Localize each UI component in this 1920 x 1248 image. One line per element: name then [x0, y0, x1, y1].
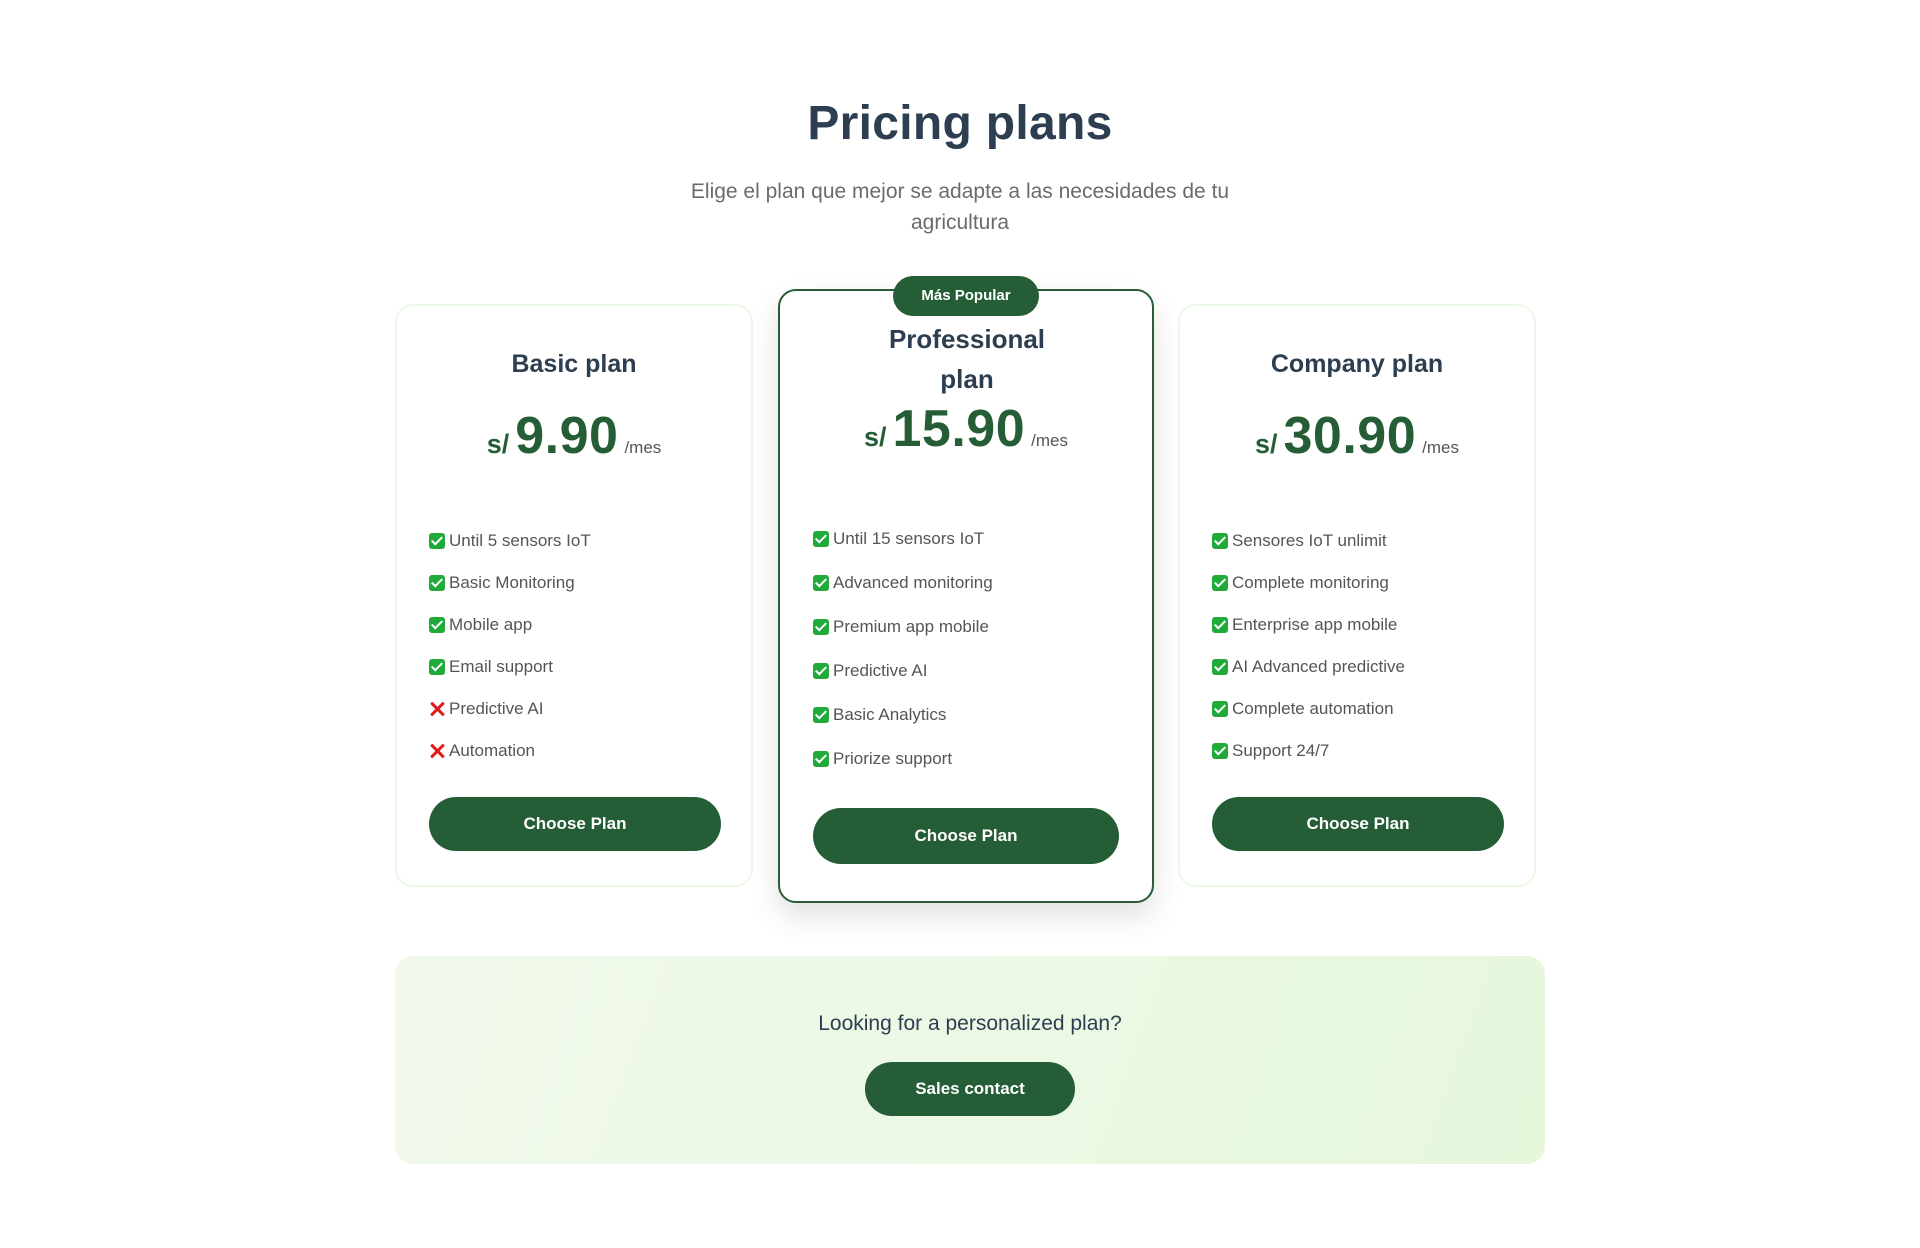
plan-name: Basic plan — [511, 350, 637, 378]
feature-item: Predictive AI — [429, 688, 591, 730]
plan-name: Professional plan — [888, 324, 1046, 394]
price-currency: s/ — [486, 429, 510, 459]
feature-list: Until 5 sensors IoT Basic Monitoring Mob… — [429, 520, 591, 772]
feature-item: Basic Monitoring — [429, 562, 591, 604]
most-popular-badge: Más Popular — [893, 276, 1039, 316]
feature-item: Complete automation — [1212, 688, 1405, 730]
page-subtitle: Elige el plan que mejor se adapte a las … — [690, 180, 1230, 234]
price-period: /mes — [1031, 431, 1068, 450]
check-icon — [1212, 533, 1228, 549]
check-icon — [1212, 659, 1228, 675]
feature-item: Sensores IoT unlimit — [1212, 520, 1405, 562]
sales-contact-button[interactable]: Sales contact — [865, 1062, 1075, 1116]
feature-label: Until 15 sensors IoT — [833, 529, 985, 548]
feature-label: Enterprise app mobile — [1232, 615, 1398, 634]
custom-plan-prompt: Looking for a personalized plan? — [818, 1012, 1122, 1035]
feature-item: Premium app mobile — [813, 605, 993, 649]
cross-icon — [429, 701, 445, 717]
price-period: /mes — [1422, 438, 1459, 457]
plan-name: Company plan — [1270, 350, 1444, 378]
feature-label: Basic Analytics — [833, 705, 947, 724]
feature-label: Until 5 sensors IoT — [449, 531, 591, 550]
plan-card-professional: Professional plan s/ 15.90 /mes Until 15… — [778, 289, 1154, 903]
feature-list: Sensores IoT unlimit Complete monitoring… — [1212, 520, 1405, 772]
feature-item: Support 24/7 — [1212, 730, 1405, 772]
feature-label: Complete automation — [1232, 699, 1394, 718]
feature-item: Mobile app — [429, 604, 591, 646]
choose-plan-button-basic[interactable]: Choose Plan — [429, 797, 721, 851]
feature-item: Enterprise app mobile — [1212, 604, 1405, 646]
plan-card-company: Company plan s/ 30.90 /mes Sensores IoT … — [1178, 304, 1536, 887]
feature-label: Predictive AI — [449, 699, 544, 718]
plan-price: s/ 30.90 /mes — [1180, 406, 1534, 466]
check-icon — [1212, 617, 1228, 633]
cross-icon — [429, 743, 445, 759]
feature-item: Automation — [429, 730, 591, 772]
feature-label: Automation — [449, 741, 535, 760]
check-icon — [429, 659, 445, 675]
price-amount: 15.90 — [892, 400, 1026, 458]
check-icon — [429, 575, 445, 591]
check-icon — [1212, 575, 1228, 591]
plan-price: s/ 9.90 /mes — [397, 406, 751, 466]
choose-plan-button-company[interactable]: Choose Plan — [1212, 797, 1504, 851]
choose-plan-button-professional[interactable]: Choose Plan — [813, 808, 1119, 864]
feature-label: Predictive AI — [833, 661, 928, 680]
check-icon — [813, 531, 829, 547]
feature-item: Predictive AI — [813, 649, 993, 693]
custom-plan-banner: Looking for a personalized plan? Sales c… — [395, 956, 1545, 1164]
check-icon — [813, 619, 829, 635]
feature-item: Until 5 sensors IoT — [429, 520, 591, 562]
feature-item: Priorize support — [813, 737, 993, 781]
feature-label: Mobile app — [449, 615, 533, 634]
check-icon — [813, 575, 829, 591]
price-amount: 30.90 — [1283, 407, 1417, 465]
price-currency: s/ — [1254, 429, 1278, 459]
feature-item: Complete monitoring — [1212, 562, 1405, 604]
page-title: Pricing plans — [807, 97, 1113, 150]
feature-label: Sensores IoT unlimit — [1232, 531, 1387, 550]
price-amount: 9.90 — [515, 407, 619, 465]
check-icon — [1212, 743, 1228, 759]
price-currency: s/ — [863, 422, 887, 452]
check-icon — [813, 751, 829, 767]
feature-label: Premium app mobile — [833, 617, 989, 636]
check-icon — [813, 663, 829, 679]
price-period: /mes — [624, 438, 662, 457]
check-icon — [429, 617, 445, 633]
feature-item: Until 15 sensors IoT — [813, 517, 993, 561]
feature-item: Email support — [429, 646, 591, 688]
feature-item: Advanced monitoring — [813, 561, 993, 605]
plan-card-basic: Basic plan s/ 9.90 /mes Until 5 sensors … — [395, 304, 753, 887]
feature-label: Complete monitoring — [1232, 573, 1389, 592]
feature-label: Basic Monitoring — [449, 573, 575, 592]
feature-label: Support 24/7 — [1232, 741, 1330, 760]
check-icon — [813, 707, 829, 723]
feature-label: Email support — [449, 657, 553, 676]
feature-item: Basic Analytics — [813, 693, 993, 737]
feature-label: Priorize support — [833, 749, 953, 768]
feature-label: AI Advanced predictive — [1232, 657, 1405, 676]
feature-item: AI Advanced predictive — [1212, 646, 1405, 688]
feature-label: Advanced monitoring — [833, 573, 993, 592]
plan-price: s/ 15.90 /mes — [780, 399, 1152, 459]
check-icon — [429, 533, 445, 549]
check-icon — [1212, 701, 1228, 717]
feature-list: Until 15 sensors IoT Advanced monitoring… — [813, 517, 993, 781]
